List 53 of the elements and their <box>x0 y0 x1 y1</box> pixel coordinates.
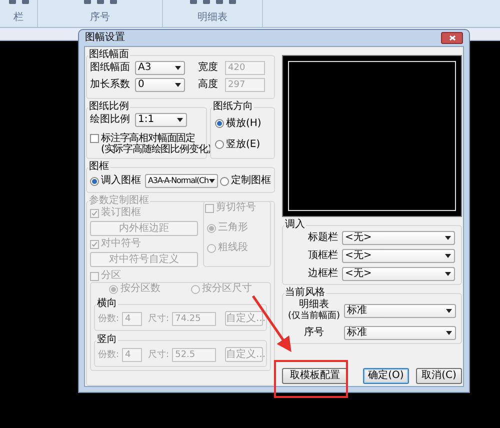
group-title: 调入 <box>284 219 306 231</box>
group-title: 图框 <box>88 161 110 173</box>
radio-label: 粗线段 <box>218 242 248 254</box>
radio-label: 三角形 <box>218 222 248 234</box>
dropdown[interactable]: A3 <box>135 61 185 75</box>
dropdown[interactable]: A3A-A-Normal(Ch <box>145 174 218 188</box>
radio-label: 按分区数 <box>120 283 160 295</box>
group-title: 图纸幅面 <box>88 49 130 61</box>
group-title: 当前风格 <box>284 287 326 298</box>
field-label: 份数: <box>98 312 120 324</box>
field-label: 宽度 <box>198 62 219 74</box>
field-label: 绘图比例 <box>90 114 131 126</box>
radio-label: 按分区尺寸 <box>202 283 252 295</box>
field-label: 图纸幅面 <box>90 62 131 74</box>
checkbox-label: 装订图框 <box>101 207 141 219</box>
button[interactable]: 取模板配置 <box>282 368 348 384</box>
field-label: 序号 <box>304 327 324 339</box>
dropdown[interactable]: <无> <box>342 231 455 245</box>
dropdown[interactable]: <无> <box>342 267 455 281</box>
group-title: 参数定制图框 <box>88 195 150 206</box>
radio-label: 横放(H) <box>226 118 262 130</box>
field-label: 边框栏 <box>307 268 338 280</box>
field-label: 明细表 <box>299 299 329 310</box>
field-label: 尺寸: <box>148 348 170 360</box>
dropdown[interactable]: 0 <box>135 78 185 92</box>
button[interactable]: 取消(C) <box>416 368 462 384</box>
button[interactable]: 确定(O) <box>363 368 409 384</box>
field-label: 份数: <box>98 348 120 360</box>
ribbon-group-label: 栏 <box>14 12 24 24</box>
checkbox-label: 剪切符号 <box>216 202 256 214</box>
field-note: (仅当前幅面) <box>288 311 340 322</box>
radio-label: 定制图框 <box>231 175 271 187</box>
group-title: 横向 <box>96 298 118 310</box>
radio-label: 竖放(E) <box>226 138 260 150</box>
radio-label: 调入图框 <box>101 175 141 187</box>
group-title: 图纸比例 <box>88 101 130 113</box>
group-title: 竖向 <box>96 334 118 346</box>
field-label: 高度 <box>198 79 219 91</box>
ribbon-group-label: 序号 <box>90 12 110 24</box>
dropdown[interactable]: 标准 <box>344 304 456 318</box>
field-label: 加长系数 <box>90 79 131 91</box>
window-title: 图幅设置 <box>85 32 125 44</box>
field-label: 标题栏 <box>307 232 338 244</box>
dropdown[interactable]: <无> <box>342 249 455 263</box>
checkbox-label: 标注字高相对幅面固定 <box>101 133 196 144</box>
dropdown[interactable]: 1:1 <box>135 113 187 127</box>
dropdown[interactable]: 标准 <box>344 326 456 340</box>
ribbon-group-label: 明细表 <box>198 12 228 24</box>
checkbox-label: 分区 <box>101 270 121 282</box>
group-title: 图纸方向 <box>212 101 254 113</box>
field-label: 尺寸: <box>148 312 170 324</box>
checkbox-label: 对中符号 <box>101 238 141 250</box>
field-label: 顶框栏 <box>307 250 338 262</box>
